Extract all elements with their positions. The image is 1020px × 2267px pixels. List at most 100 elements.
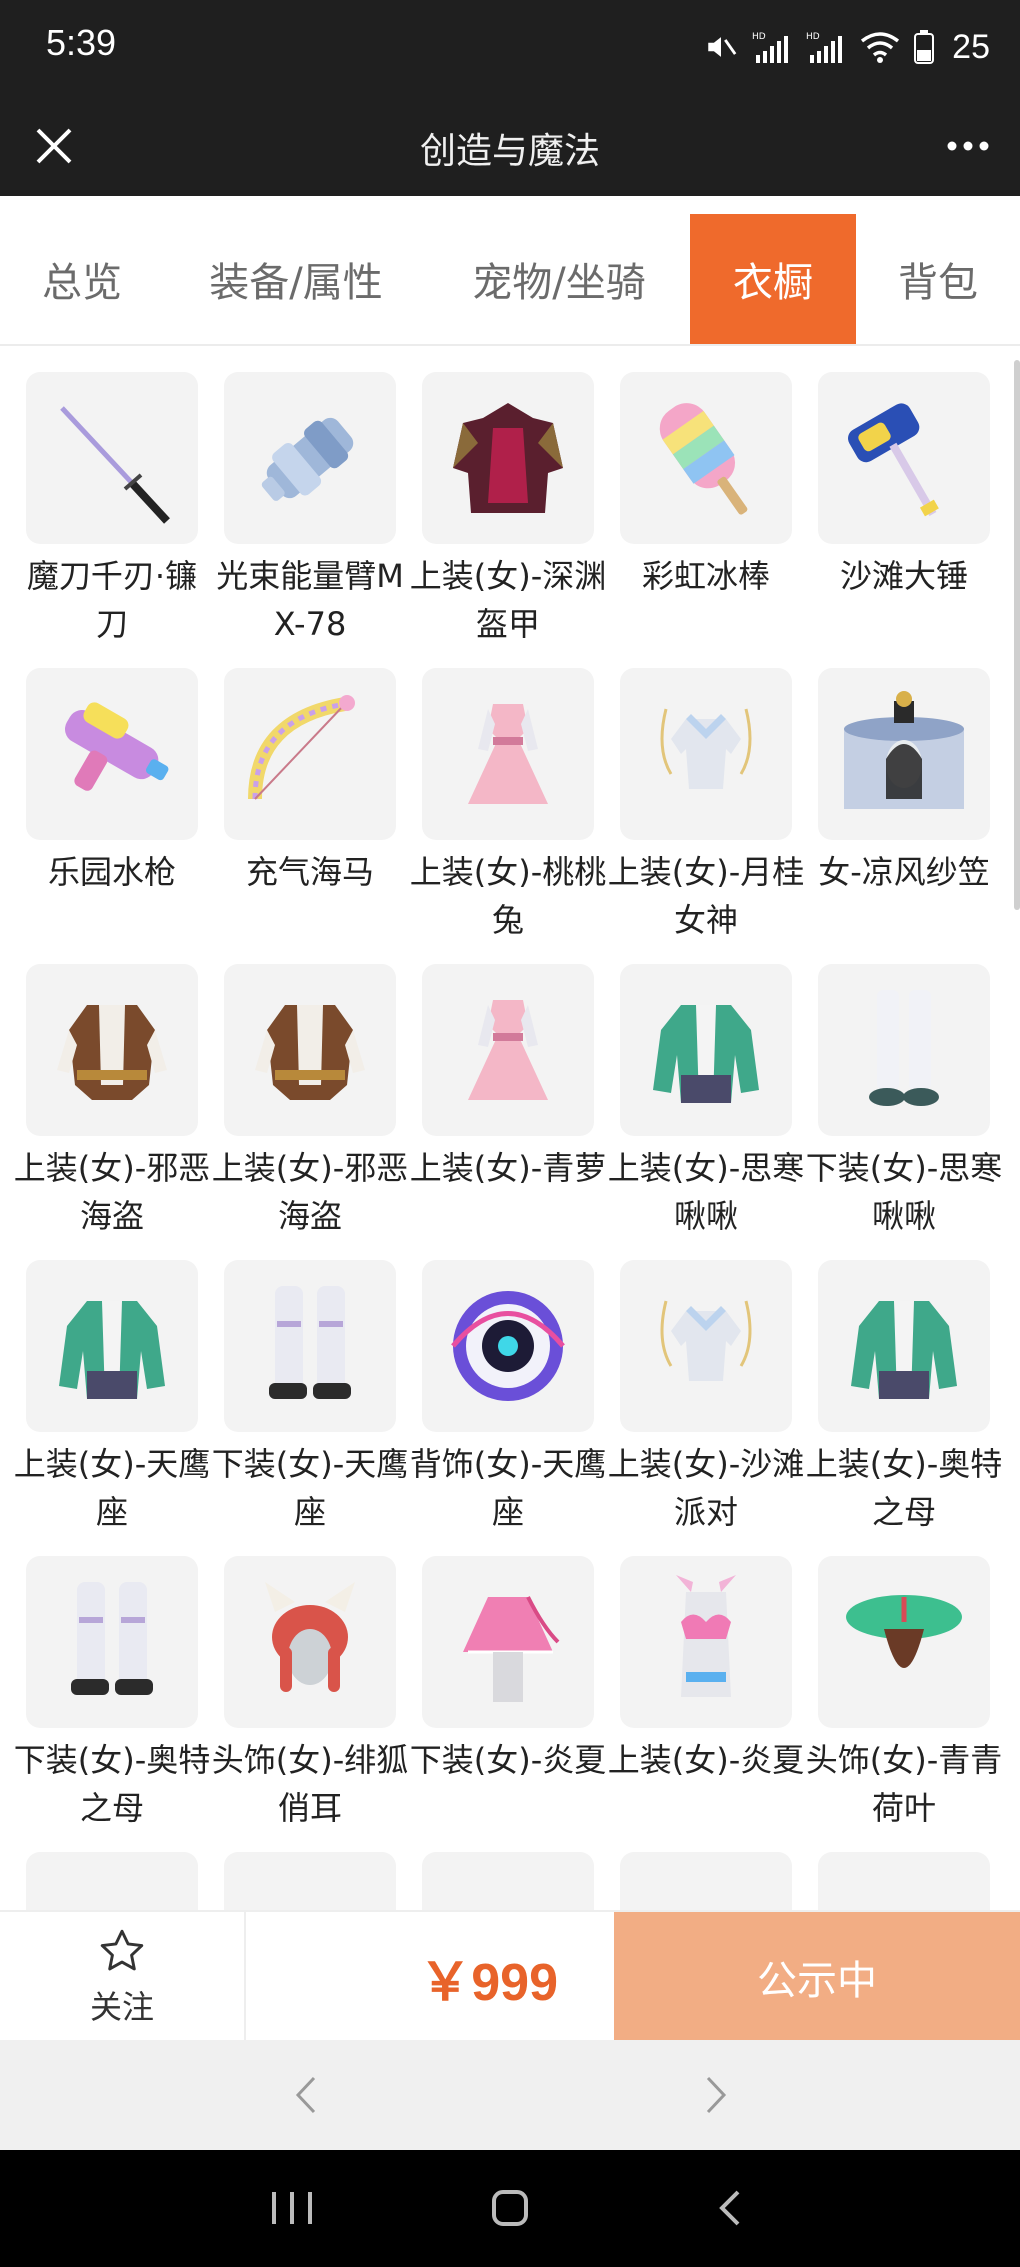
back-icon [719,2190,740,2226]
energy-arm-icon [261,417,354,501]
tab-wardrobe[interactable]: 衣橱 [690,214,856,344]
wardrobe-item[interactable]: 上装(女)-桃桃兔 [410,668,606,944]
wardrobe-item[interactable]: 充气海马 [224,668,396,896]
item-thumbnail [422,372,594,544]
wardrobe-item[interactable]: 女-凉风纱笠 [818,668,990,896]
water-gun-icon [64,702,169,791]
item-name: 上装(女)-炎夏 [607,1741,805,1779]
wifi-icon [860,31,900,63]
wardrobe-item[interactable]: 头饰(女)-青青荷叶 [806,1556,1002,1832]
tab-equipment[interactable]: 装备/属性 [164,214,428,344]
hammer-icon [848,403,939,517]
jacket-icon [59,1301,165,1399]
follow-button[interactable]: 关注 [0,1912,246,2042]
item-name: 光束能量臂MX-78 [216,557,404,643]
dress-icon [468,704,548,804]
item-thumbnail [224,1556,396,1728]
wardrobe-item[interactable]: 光束能量臂MX-78 [216,372,404,648]
pager [0,2040,1020,2150]
home-icon [492,2190,528,2226]
wardrobe-item[interactable]: 上装(女)-邪恶海盗 [14,964,210,1240]
wardrobe-item[interactable]: 下装(女)-奥特之母 [14,1556,210,1832]
wardrobe-item[interactable]: 头饰(女)-绯狐俏耳 [212,1556,408,1832]
wardrobe-item[interactable]: 乐园水枪 [26,668,198,896]
status-bar: 5:39 HD HD 25 [0,0,1020,96]
item-name: 上装(女)-沙滩派对 [607,1445,805,1531]
wardrobe-item[interactable]: 上装(女)-月桂女神 [608,668,804,944]
wardrobe-item[interactable] [26,1852,198,1910]
tab-overview[interactable]: 总览 [0,214,164,344]
item-name: 上装(女)-邪恶海盗 [13,1149,211,1235]
scrollbar[interactable] [1014,360,1020,910]
more-button[interactable] [944,126,992,166]
item-thumbnail [224,964,396,1136]
item-thumbnail [620,372,792,544]
wardrobe-item[interactable]: 下装(女)-天鹰座 [212,1260,408,1536]
wardrobe-item[interactable]: 彩虹冰棒 [620,372,792,600]
wardrobe-item[interactable]: 上装(女)-深渊盔甲 [410,372,606,648]
item-thumbnail [620,668,792,840]
wardrobe-item[interactable]: 上装(女)-炎夏 [608,1556,804,1784]
item-thumbnail [26,964,198,1136]
item-name: 充气海马 [245,853,374,891]
item-thumbnail [422,964,594,1136]
partial-item-icon [829,1863,979,1910]
item-thumbnail [620,1260,792,1432]
wardrobe-item[interactable]: 下装(女)-思寒啾啾 [806,964,1002,1240]
wardrobe-item[interactable] [818,1852,990,1910]
wardrobe-item[interactable]: 上装(女)-青萝 [410,964,606,1192]
item-thumbnail [224,1260,396,1432]
recent-apps-icon [272,2192,312,2224]
armor-icon [453,403,563,513]
svg-text:HD: HD [806,32,820,42]
tab-pets-mounts[interactable]: 宠物/坐骑 [428,214,690,344]
item-thumbnail [818,964,990,1136]
wardrobe-item[interactable]: 上装(女)-奥特之母 [806,1260,1002,1536]
wardrobe-item[interactable]: 背饰(女)-天鹰座 [410,1260,606,1536]
wardrobe-item[interactable] [422,1852,594,1910]
status-icons: HD HD 25 [704,22,990,72]
wardrobe-item[interactable]: 魔刀千刃·镰刀 [26,372,198,648]
status-button[interactable]: 公示中 [614,1912,1020,2042]
prev-button[interactable] [286,2070,326,2120]
item-name: 头饰(女)-绯狐俏耳 [211,1741,409,1827]
wardrobe-item[interactable] [620,1852,792,1910]
back-button[interactable] [712,2184,748,2232]
wardrobe-item[interactable]: 上装(女)-天鹰座 [14,1260,210,1536]
wardrobe-item[interactable]: 上装(女)-思寒啾啾 [608,964,804,1240]
item-thumbnail [818,668,990,840]
backpack-icon [451,1291,565,1401]
hd-signal-icon: HD [806,29,846,65]
tab-bar: 总览 装备/属性 宠物/坐骑 衣橱 背包 [0,214,1020,346]
wardrobe-item[interactable] [224,1852,396,1910]
item-thumbnail [818,1260,990,1432]
recent-apps-button[interactable] [262,2186,322,2230]
wardrobe-item[interactable]: 沙滩大锤 [818,372,990,600]
item-thumbnail [422,1260,594,1432]
item-thumbnail [620,964,792,1136]
next-button[interactable] [696,2070,736,2120]
partial-item-icon [433,1863,583,1910]
wardrobe-grid: 魔刀千刃·镰刀 光束能量臂MX-78 上装(女)-深渊盔甲 彩虹冰棒 沙滩大锤乐园水枪 充… [0,346,1020,1910]
boots-icon [269,1286,351,1399]
item-thumbnail [620,1852,792,1910]
item-thumbnail [26,1556,198,1728]
item-name: 上装(女)-邪恶海盗 [211,1149,409,1235]
home-button[interactable] [486,2184,534,2232]
item-name: 彩虹冰棒 [641,557,770,595]
svg-text:HD: HD [752,32,766,42]
item-name: 上装(女)-深渊盔甲 [409,557,607,643]
wardrobe-item[interactable]: 上装(女)-沙滩派对 [608,1260,804,1536]
wardrobe-item[interactable]: 上装(女)-邪恶海盗 [212,964,408,1240]
item-name: 女-凉风纱笠 [818,853,990,891]
follow-label: 关注 [89,1988,154,2026]
wardrobe-item[interactable]: 下装(女)-炎夏 [410,1556,606,1784]
item-thumbnail [422,1556,594,1728]
action-bar: 关注 ￥999 公示中 [0,1910,1020,2042]
pants-icon [869,990,939,1106]
tab-backpack[interactable]: 背包 [856,214,1020,344]
item-name: 头饰(女)-青青荷叶 [805,1741,1003,1827]
page-title: 创造与魔法 [419,131,600,172]
hd-signal-icon: HD [752,29,792,65]
item-name: 乐园水枪 [47,853,176,891]
